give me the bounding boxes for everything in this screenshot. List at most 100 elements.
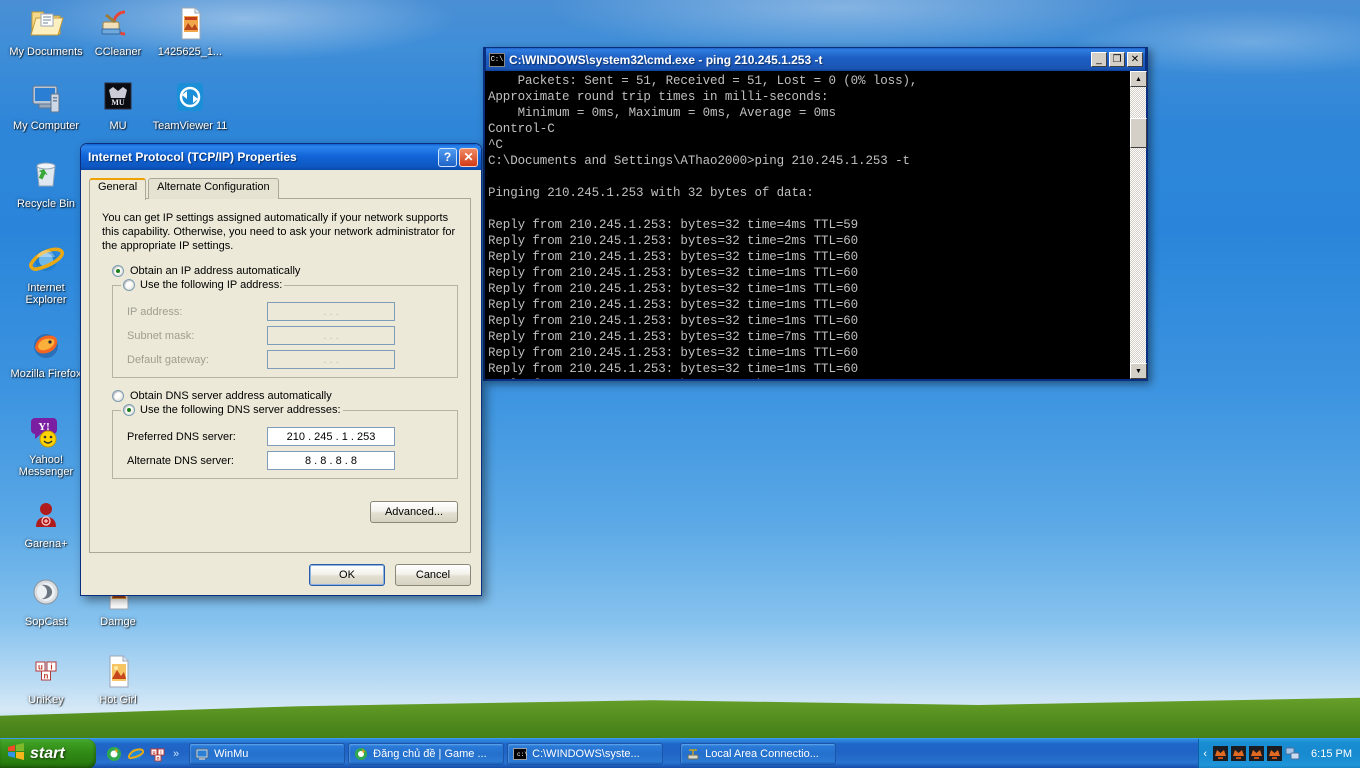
dialog-titlebar[interactable]: Internet Protocol (TCP/IP) Properties ? … [81,144,481,170]
cmd-scrollbar[interactable]: ▲ ▼ [1129,71,1147,379]
radio-obtain-dns-automatically[interactable]: Obtain DNS server address automatically [112,390,458,402]
radio-use-following-ip[interactable] [123,279,135,291]
radio-use-following-dns[interactable] [123,404,135,416]
ip-address-label: IP address: [127,305,183,318]
svg-text:u: u [38,663,43,672]
taskbar-button-label: WinMu [214,747,249,760]
mu-game-icon: MU [97,78,139,118]
subnet-mask-row: Subnet mask: . . . [127,326,449,345]
desktop-icon-yahoo-messenger[interactable]: Y! Yahoo! Messenger [8,412,84,478]
cmd-console-output: Packets: Sent = 51, Received = 51, Lost … [488,74,918,379]
cmd-body[interactable]: Packets: Sent = 51, Received = 51, Lost … [485,71,1147,379]
cancel-button[interactable]: Cancel [395,564,471,586]
close-icon[interactable]: ✕ [459,147,478,167]
mu-tray-2-icon[interactable] [1231,746,1247,761]
mu-tray-4-icon[interactable] [1267,746,1283,761]
ok-button[interactable]: OK [309,564,385,586]
desktop-icon-label: Yahoo! Messenger [18,454,74,478]
desktop-icon-label: My Documents [9,46,83,58]
desktop-icon-image-file[interactable]: 1425625_1... [152,4,228,58]
desktop-icon-label: TeamViewer 11 [152,120,228,132]
mu-tray-1-icon[interactable] [1213,746,1229,761]
tray-expand-chevron-icon[interactable]: ‹ [1203,748,1207,760]
taskbar-button-local-area-connection[interactable]: Local Area Connectio... [680,742,837,765]
mu-tray-3-icon[interactable] [1249,746,1265,761]
radio-label: Use the following DNS server addresses: [140,404,341,416]
cmd-minimize-button[interactable]: _ [1091,52,1107,67]
preferred-dns-input[interactable]: 210 . 245 . 1 . 253 [267,427,395,446]
scrollbar-thumb[interactable] [1130,118,1147,148]
tab-general[interactable]: General [89,178,147,200]
quick-launch-chevron-icon[interactable]: » [173,748,179,760]
desktop-icon-label: My Computer [12,120,80,132]
sopcast-icon [25,574,67,614]
desktop-icon-label: Garena+ [24,538,68,550]
scroll-up-button[interactable]: ▲ [1130,71,1147,87]
windows-flag-icon [7,742,25,765]
radio-obtain-ip-automatically[interactable]: Obtain an IP address automatically [112,265,458,277]
ip-address-input[interactable]: . . . [267,302,395,321]
subnet-mask-input[interactable]: . . . [267,326,395,345]
ip-address-row: IP address: . . . [127,302,449,321]
taskbar-button-winmu[interactable]: WinMu [189,742,346,765]
unikey-icon: u i n [25,652,67,692]
start-button[interactable]: start [0,738,96,768]
unikey-quicklaunch-icon[interactable]: u i n [150,746,166,762]
internet-explorer-quicklaunch-icon[interactable] [127,746,145,762]
desktop-icon-label: Hot Girl [99,694,137,706]
cmd-window[interactable]: C:\ C:\WINDOWS\system32\cmd.exe - ping 2… [483,47,1148,381]
desktop-icon-sopcast[interactable]: SopCast [8,574,84,628]
desktop-icon-label: Internet Explorer [25,282,67,306]
desktop-icon-mozilla-firefox[interactable]: Mozilla Firefox [8,326,84,380]
tab-alternate-configuration[interactable]: Alternate Configuration [148,178,279,199]
system-tray[interactable]: ‹ 6:15 PM [1198,738,1360,768]
tcpip-properties-dialog[interactable]: Internet Protocol (TCP/IP) Properties ? … [80,143,482,596]
garena-quicklaunch-icon[interactable] [106,746,122,762]
internet-explorer-icon [25,240,67,280]
desktop-icon-ccleaner[interactable]: CCleaner [80,4,156,58]
yahoo-messenger-icon: Y! [25,412,67,452]
help-icon[interactable]: ? [438,147,457,167]
cmd-titlebar[interactable]: C:\ C:\WINDOWS\system32\cmd.exe - ping 2… [485,47,1146,71]
svg-text:i: i [50,663,52,672]
desktop[interactable]: My Documents CCleaner 1425625_1... My Co… [0,0,1360,768]
radio-button-indicator[interactable] [112,390,124,402]
taskbar[interactable]: start u i n » WinMu Đăng chủ đề | Game .… [0,738,1360,768]
garena-browser-icon [354,747,368,761]
desktop-icon-garena-plus[interactable]: Garena+ [8,496,84,550]
alternate-dns-label: Alternate DNS server: [127,454,234,467]
scroll-down-button[interactable]: ▼ [1130,363,1147,379]
cmd-maximize-button[interactable]: ❐ [1109,52,1125,67]
cmd-window-icon: C:\ [489,52,505,67]
advanced-row: Advanced... [102,501,458,523]
default-gateway-input[interactable]: . . . [267,350,395,369]
winmu-icon [195,747,209,761]
radio-button-indicator[interactable] [112,265,124,277]
radio-label: Use the following IP address: [140,279,283,291]
desktop-icon-label: CCleaner [94,46,142,58]
desktop-icon-unikey[interactable]: u i n UniKey [8,652,84,706]
manual-dns-legend: Use the following DNS server addresses: [121,404,343,416]
quick-launch-bar[interactable]: u i n » [96,739,185,768]
desktop-icon-my-computer[interactable]: My Computer [8,78,84,132]
network-tray-icon[interactable] [1285,746,1300,761]
taskbar-button-label: Local Area Connectio... [705,747,819,760]
desktop-icon-internet-explorer[interactable]: Internet Explorer [8,240,84,306]
desktop-icon-hot-girl-file[interactable]: Hot Girl [80,652,156,706]
desktop-icon-label: MU [109,120,127,132]
desktop-icon-mu-game[interactable]: MU MU [80,78,156,132]
desktop-icon-recycle-bin[interactable]: Recycle Bin [8,156,84,210]
taskbar-button-browser-tab[interactable]: Đăng chủ đề | Game ... [348,742,505,765]
tab-panel-general: You can get IP settings assigned automat… [89,198,471,553]
alternate-dns-input[interactable]: 8 . 8 . 8 . 8 [267,451,395,470]
desktop-icon-teamviewer[interactable]: TeamViewer 11 [152,78,228,132]
taskbar-button-cmd-window[interactable]: c:\ C:\WINDOWS\syste... [507,742,664,765]
tab-bar[interactable]: General Alternate Configuration [89,178,471,200]
task-button-area[interactable]: WinMu Đăng chủ đề | Game ... c:\ C:\WIND… [185,742,1198,765]
taskbar-clock[interactable]: 6:15 PM [1311,748,1352,760]
desktop-icon-my-documents[interactable]: My Documents [8,4,84,58]
cmd-close-button[interactable]: ✕ [1127,52,1143,67]
default-gateway-label: Default gateway: [127,353,209,366]
my-documents-icon [25,4,67,44]
advanced-button[interactable]: Advanced... [370,501,458,523]
